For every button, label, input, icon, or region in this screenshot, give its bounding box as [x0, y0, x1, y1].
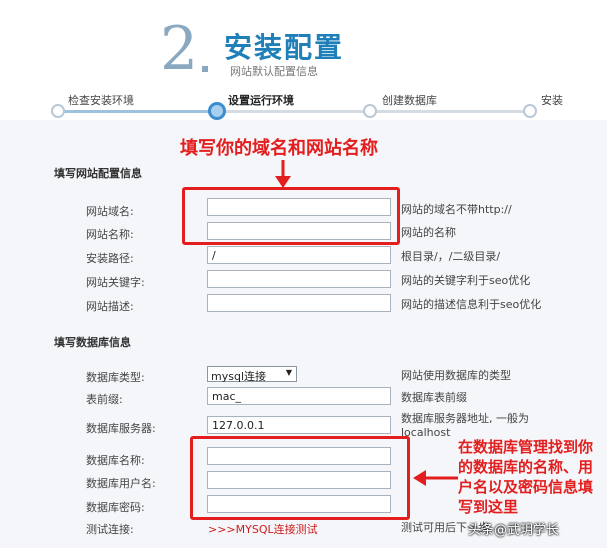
db-prefix-input[interactable]: mac_ — [207, 387, 391, 405]
db-password-label: 数据库密码: — [86, 501, 145, 514]
db-type-select[interactable]: mysql连接 ▼ — [207, 366, 297, 383]
site-domain-label: 网站域名: — [86, 205, 134, 218]
chevron-down-icon: ▼ — [285, 368, 292, 377]
step-label-runtime-environment: 设置运行环境 — [228, 94, 294, 107]
mysql-test-link[interactable]: >>>MYSQL连接测试 — [208, 521, 318, 537]
site-description-input[interactable] — [207, 294, 391, 312]
db-type-hint: 网站使用数据库的类型 — [401, 369, 511, 382]
db-name-label: 数据库名称: — [86, 454, 145, 467]
progress-fill — [55, 110, 215, 113]
header: 2 安装配置 网站默认配置信息 — [0, 0, 607, 98]
site-name-hint: 网站的名称 — [401, 226, 456, 239]
install-path-hint: 根目录/，/二级目录/ — [401, 250, 501, 263]
page-title: 安装配置 — [224, 31, 345, 64]
site-section-title: 填写网站配置信息 — [54, 167, 142, 180]
step-node-runtime-environment — [208, 102, 226, 120]
site-description-hint: 网站的描述信息利于seo优化 — [401, 298, 542, 311]
step-label-check-environment: 检查安装环境 — [68, 94, 134, 107]
db-type-selected: mysql连接 — [211, 370, 266, 383]
db-test-label: 测试连接: — [86, 523, 134, 536]
db-section-title: 填写数据库信息 — [54, 336, 131, 349]
page-subtitle: 网站默认配置信息 — [230, 65, 318, 78]
db-server-input[interactable]: 127.0.0.1 — [207, 416, 391, 434]
db-user-label: 数据库用户名: — [86, 477, 156, 490]
db-server-label: 数据库服务器: — [86, 422, 156, 435]
annotation-box-db — [190, 436, 410, 520]
install-path-input[interactable]: / — [207, 246, 391, 264]
db-prefix-hint: 数据库表前缀 — [401, 391, 467, 404]
install-path-label: 安装路径: — [86, 252, 134, 265]
annotation-site-note: 填写你的域名和网站名称 — [180, 138, 378, 159]
site-keywords-input[interactable] — [207, 270, 391, 288]
step-label-install: 安装 — [541, 94, 563, 107]
db-prefix-label: 表前缀: — [86, 393, 123, 406]
watermark: 头条@武玥学长 — [468, 523, 560, 538]
site-keywords-hint: 网站的关键字利于seo优化 — [401, 274, 531, 287]
annotation-box-site — [182, 187, 400, 245]
site-keywords-label: 网站关键字: — [86, 276, 145, 289]
step-node-install — [523, 104, 537, 118]
step-node-check-environment — [51, 104, 65, 118]
site-domain-hint: 网站的域名不带http:// — [401, 203, 512, 216]
step-number: 2 — [160, 14, 199, 84]
site-description-label: 网站描述: — [86, 300, 134, 313]
site-name-label: 网站名称: — [86, 228, 134, 241]
db-type-label: 数据库类型: — [86, 371, 145, 384]
annotation-db-note: 在数据库管理找到你的数据库的名称、用户名以及密码信息填写到这里 — [458, 438, 594, 516]
step-label-create-database: 创建数据库 — [382, 94, 437, 107]
step-node-create-database — [363, 104, 377, 118]
step-number-dot — [202, 66, 208, 72]
db-server-hint: 数据库服务器地址, 一般为localhost — [401, 412, 529, 439]
